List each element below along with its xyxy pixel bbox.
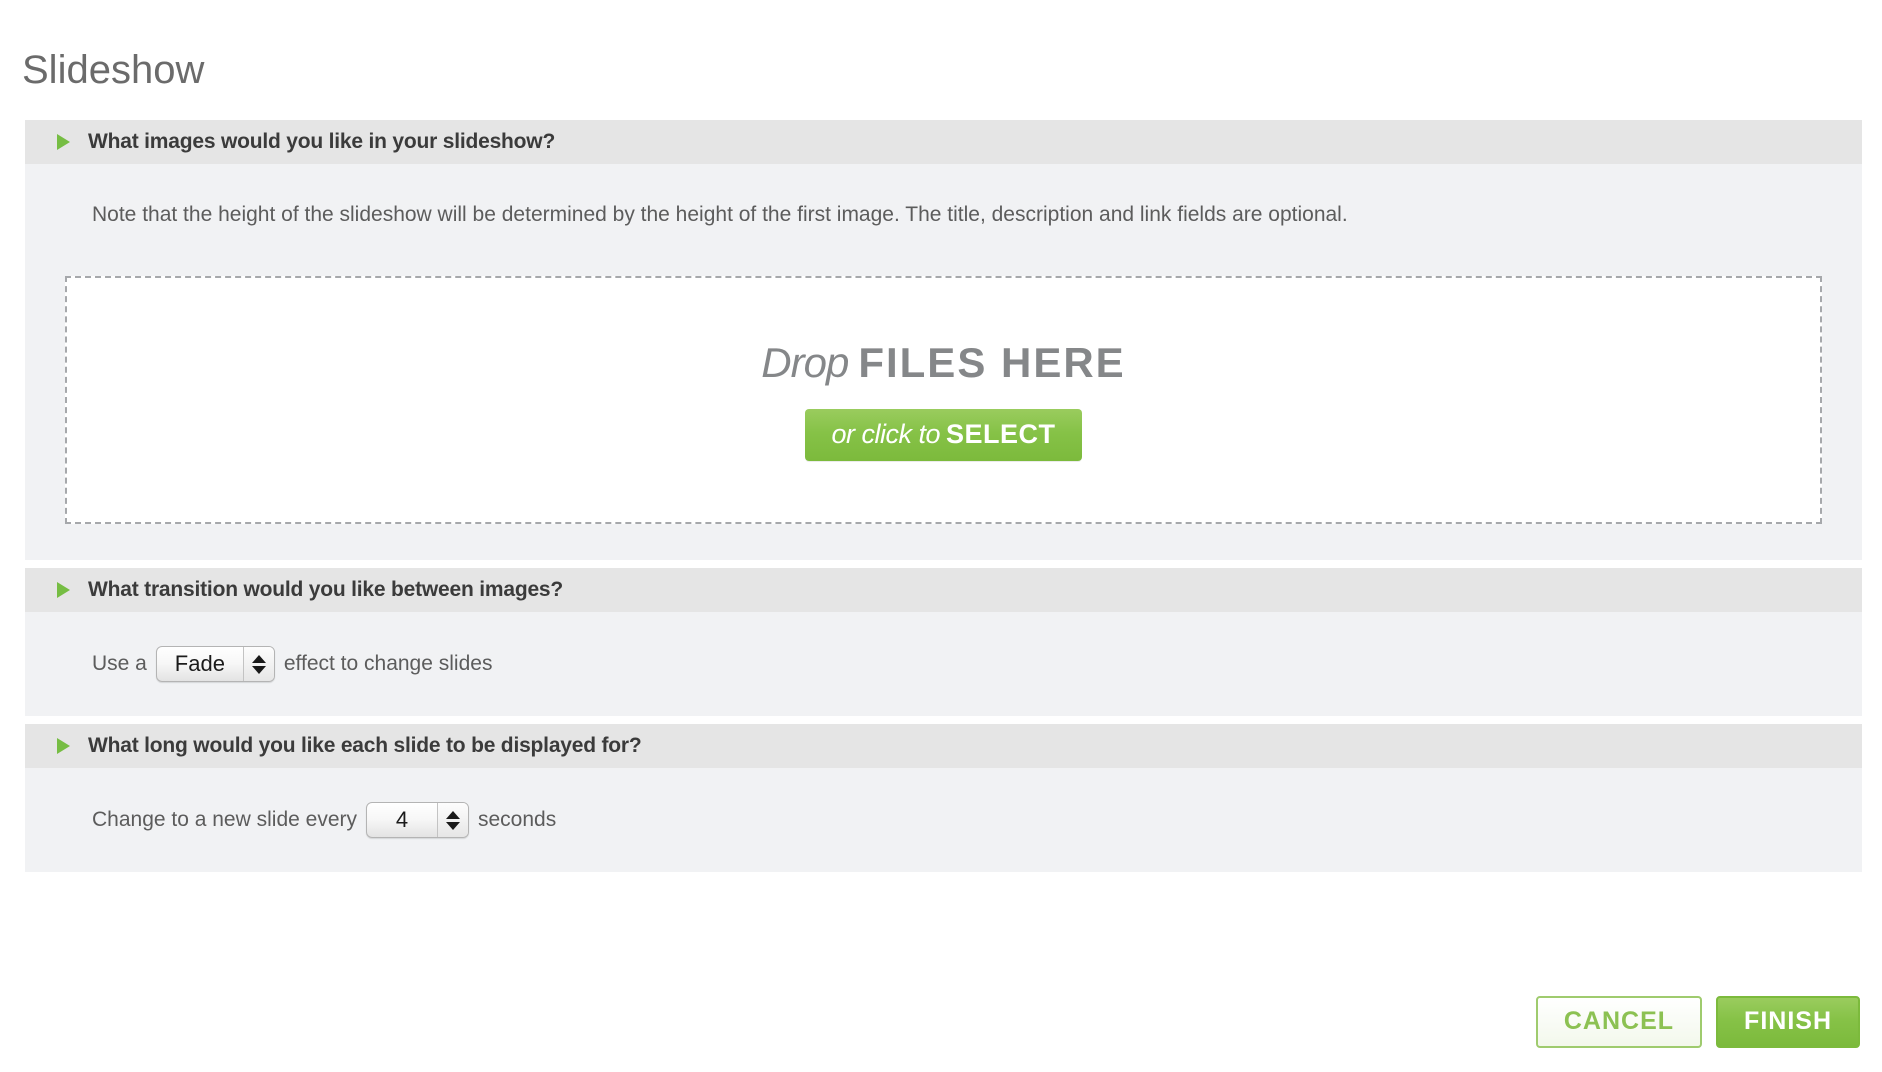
slideshow-settings-page: Slideshow What images would you like in … (0, 0, 1882, 1072)
triangle-right-icon (57, 582, 70, 598)
cancel-button[interactable]: CANCEL (1535, 996, 1703, 1048)
finish-button[interactable]: FINISH (1716, 996, 1860, 1048)
section-header-images-label: What images would you like in your slide… (88, 130, 556, 153)
select-files-button-bold-label: SELECT (946, 419, 1056, 449)
section-header-transition[interactable]: What transition would you like between i… (25, 568, 1862, 612)
section-body-transition: Use a Fade effect to change slides (25, 612, 1862, 716)
slide-duration-value: 4 (395, 807, 409, 832)
select-files-button-italic-label: or click to (831, 419, 940, 449)
arrow-down-icon[interactable] (446, 821, 460, 830)
transition-control-row: Use a Fade effect to change slides (92, 646, 1822, 682)
select-files-button[interactable]: or click to SELECT (805, 409, 1082, 461)
section-body-images: Note that the height of the slideshow wi… (25, 164, 1862, 560)
slide-duration-select[interactable]: 4 (366, 802, 469, 838)
section-divider (25, 716, 1862, 724)
section-header-duration[interactable]: What long would you like each slide to b… (25, 724, 1862, 768)
transition-effect-stepper[interactable] (242, 647, 274, 681)
triangle-right-icon (57, 738, 70, 754)
images-note-text: Note that the height of the slideshow wi… (92, 203, 1348, 226)
arrow-up-icon[interactable] (446, 810, 460, 819)
transition-effect-value: Fade (174, 651, 225, 676)
transition-label-after: effect to change slides (283, 652, 493, 675)
duration-label-after: seconds (478, 808, 557, 831)
arrow-down-icon[interactable] (251, 665, 266, 674)
dropzone-caption: Drop FILES HERE (761, 339, 1125, 387)
settings-accordion: What images would you like in your slide… (25, 120, 1862, 872)
triangle-right-icon (57, 134, 70, 150)
arrow-up-icon[interactable] (251, 654, 266, 663)
duration-label-before: Change to a new slide every (92, 808, 357, 831)
transition-effect-select[interactable]: Fade (155, 646, 275, 682)
file-dropzone[interactable]: Drop FILES HERE or click to SELECT (65, 276, 1822, 524)
section-divider (25, 560, 1862, 568)
duration-control-row: Change to a new slide every 4 seconds (92, 802, 1822, 838)
page-title: Slideshow (22, 47, 205, 92)
section-header-duration-label: What long would you like each slide to b… (88, 734, 642, 757)
section-body-duration: Change to a new slide every 4 seconds (25, 768, 1862, 872)
slide-duration-stepper[interactable] (437, 803, 468, 837)
dropzone-drop-word: Drop (761, 339, 849, 386)
section-header-images[interactable]: What images would you like in your slide… (25, 120, 1862, 164)
dropzone-files-here: FILES HERE (858, 339, 1126, 386)
footer-actions: CANCEL FINISH (1535, 996, 1860, 1048)
transition-label-before: Use a (92, 652, 147, 675)
section-header-transition-label: What transition would you like between i… (88, 578, 564, 601)
